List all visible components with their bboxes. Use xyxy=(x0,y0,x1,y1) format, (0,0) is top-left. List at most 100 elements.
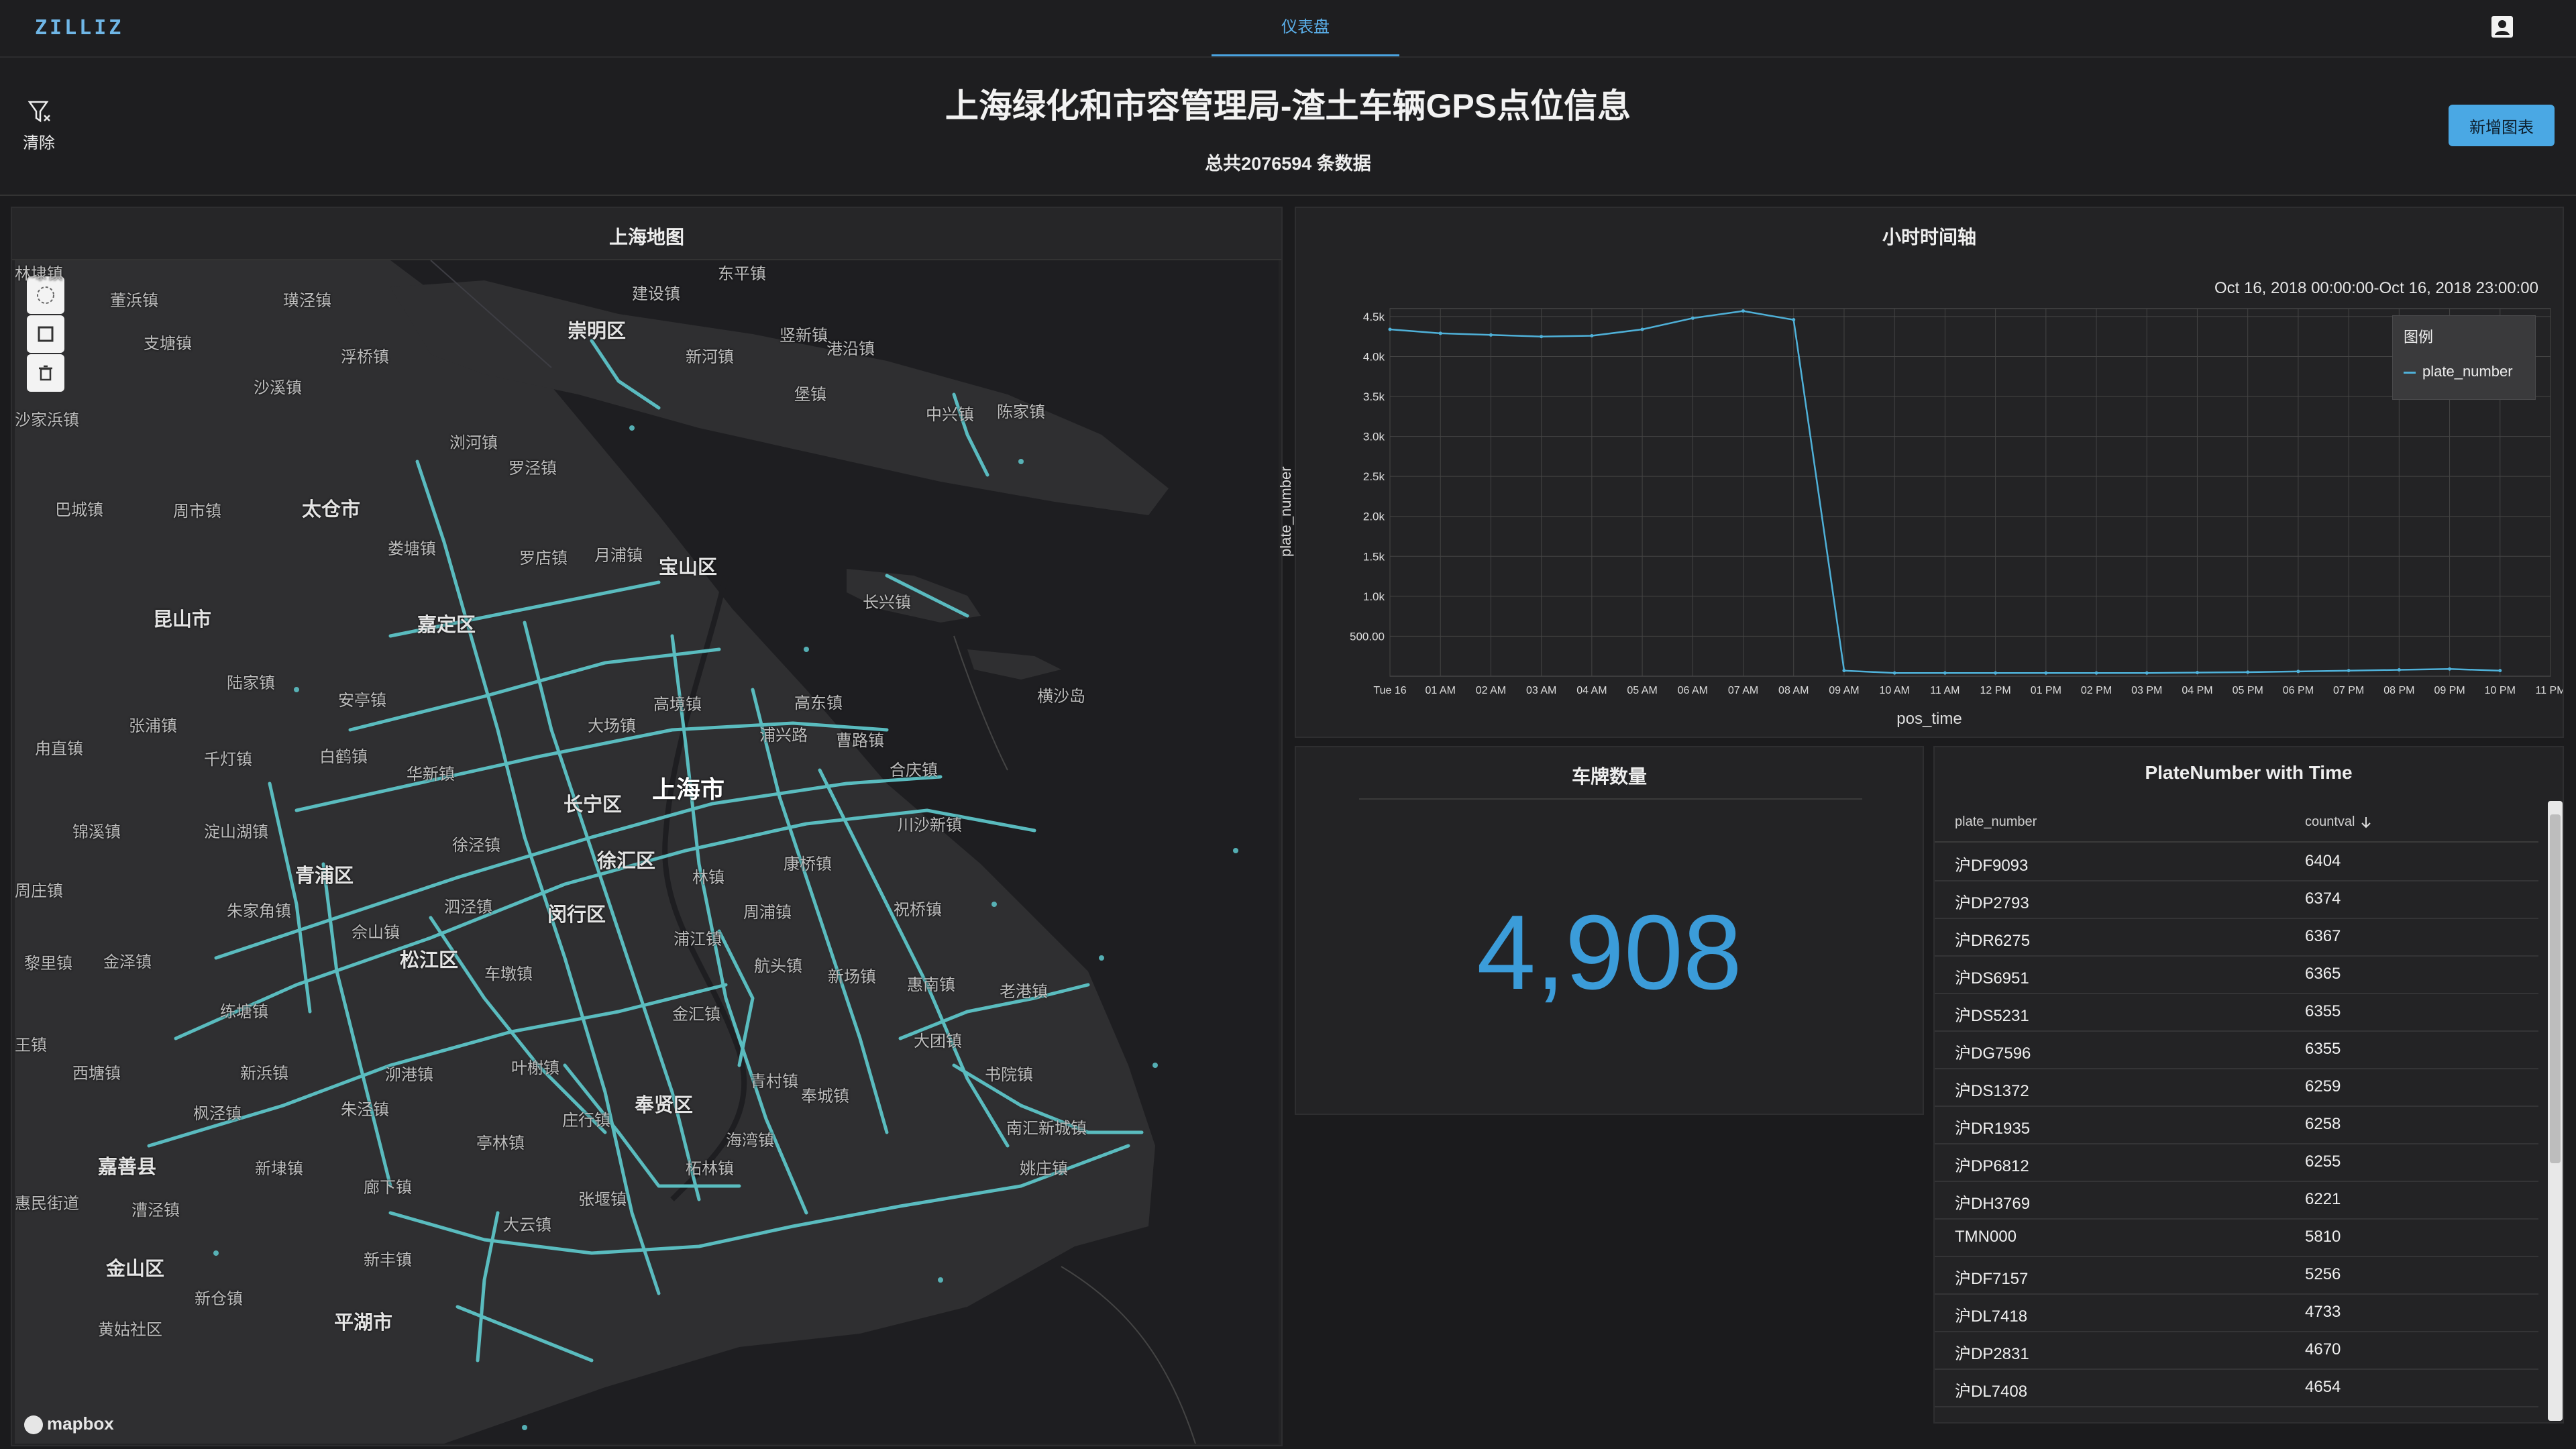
data-point xyxy=(1489,333,1493,337)
table-row[interactable]: 沪DL7408 4654 xyxy=(1935,1368,2538,1407)
mapbox-attribution[interactable]: mapbox xyxy=(24,1413,114,1434)
map-place-label: 佘山镇 xyxy=(352,924,400,942)
map-place-label: 柘林镇 xyxy=(686,1160,734,1178)
map-place-label: 支塘镇 xyxy=(144,335,192,353)
table-row[interactable]: 沪DR6275 6367 xyxy=(1935,918,2538,957)
y-tick-label: 3.0k xyxy=(1363,431,1385,443)
x-tick-label: Tue 16 xyxy=(1373,685,1406,696)
table-row[interactable]: 沪DS5231 6355 xyxy=(1935,993,2538,1032)
data-point xyxy=(1892,671,1896,675)
map-place-label: 祝桥镇 xyxy=(894,901,942,919)
add-chart-button[interactable]: 新增图表 xyxy=(2449,105,2555,146)
map-place-label: 曹路镇 xyxy=(836,732,884,750)
table-row[interactable]: 沪DL7418 4733 xyxy=(1935,1293,2538,1332)
countval-cell: 6355 xyxy=(2305,1040,2341,1058)
y-tick-label: 2.0k xyxy=(1363,511,1385,523)
table-row[interactable]: 沪DF9093 6404 xyxy=(1935,843,2538,881)
plate-number-cell: 沪DR1935 xyxy=(1955,1120,2031,1138)
plate-number-cell: 沪DR6275 xyxy=(1955,932,2031,950)
map-place-label: 海湾镇 xyxy=(726,1132,774,1150)
scrollbar-thumb[interactable] xyxy=(2550,814,2561,1163)
data-point xyxy=(1590,334,1594,338)
table-row[interactable]: 沪DS1372 6259 xyxy=(1935,1068,2538,1107)
table-scrollbar[interactable] xyxy=(2548,801,2563,1421)
countval-cell: 6365 xyxy=(2305,965,2341,983)
x-tick-label: 10 PM xyxy=(2485,685,2516,696)
x-tick-label: 10 AM xyxy=(1879,685,1909,696)
table-row[interactable]: 沪DR1935 6258 xyxy=(1935,1106,2538,1144)
column-header-plate[interactable]: plate_number xyxy=(1955,814,2037,830)
map-place-label: 枫泾镇 xyxy=(193,1105,241,1123)
map-place-label: 黄姑社区 xyxy=(98,1321,162,1339)
shanghai-map[interactable]: 东平镇 建设镇 崇明区 竖新镇 新河镇 港沿镇 堡镇 中兴镇 陈家镇 董浜镇 璜泾镇 支塘镇 浮桥镇 沙溪… xyxy=(15,260,1279,1444)
countval-cell: 4654 xyxy=(2305,1378,2341,1396)
map-place-label: 浦江镇 xyxy=(674,930,722,949)
zilliz-logo[interactable]: ZILLIZ xyxy=(35,16,123,40)
table-row[interactable]: 沪DP6812 6255 xyxy=(1935,1143,2538,1182)
map-place-label: 竖新镇 xyxy=(780,327,828,345)
line-chart[interactable]: 500.00 1.0k 1.5k 2.0k 2.5k 3.0k 3.5k 4.0k 4.5k Tu… xyxy=(1296,208,2563,737)
table-row[interactable]: 沪DS6951 6365 xyxy=(1935,955,2538,994)
table-row[interactable]: TMN000 5810 xyxy=(1935,1218,2538,1257)
x-tick-label: 08 PM xyxy=(2383,685,2414,696)
plate-number-cell: 沪DL7408 xyxy=(1955,1383,2028,1401)
map-place-label: 庄行镇 xyxy=(562,1112,610,1130)
x-tick-label: 05 PM xyxy=(2233,685,2263,696)
map-place-label: 建设镇 xyxy=(632,285,680,303)
map-place-label: 董浜镇 xyxy=(110,292,158,310)
map-title-bar: 上海地图 xyxy=(12,208,1281,260)
map-place-label: 徐泾镇 xyxy=(452,837,500,855)
map-place-label: 月浦镇 xyxy=(594,547,643,565)
map-place-label: 长兴镇 xyxy=(863,594,911,612)
map-place-label: 练塘镇 xyxy=(220,1003,268,1021)
plate-number-cell: 沪DP2831 xyxy=(1955,1345,2029,1363)
plate-number-cell: 沪DL7418 xyxy=(1955,1307,2028,1326)
table-row[interactable]: 沪DG7596 6355 xyxy=(1935,1030,2538,1069)
y-tick-label: 4.5k xyxy=(1363,311,1385,323)
table-row[interactable]: 沪DP2793 6374 xyxy=(1935,880,2538,919)
data-point xyxy=(2145,671,2149,675)
user-icon[interactable] xyxy=(2489,13,2516,40)
countval-cell: 6404 xyxy=(2305,852,2341,870)
plate-number-cell: 沪DP2793 xyxy=(1955,894,2029,912)
data-point xyxy=(2296,669,2300,674)
map-place-label: 大团镇 xyxy=(914,1032,962,1051)
x-tick-label: 11 PM xyxy=(2535,685,2563,696)
tab-dashboard[interactable]: 仪表盘 xyxy=(1212,0,1399,56)
table-row[interactable]: 沪DP2831 4670 xyxy=(1935,1331,2538,1370)
countval-cell: 6258 xyxy=(2305,1115,2341,1133)
map-place-label: 车墩镇 xyxy=(484,965,533,983)
data-point xyxy=(2498,669,2502,673)
countval-cell: 6374 xyxy=(2305,890,2341,908)
countval-cell: 6355 xyxy=(2305,1002,2341,1020)
x-tick-label: 02 AM xyxy=(1476,685,1506,696)
arrow-down-icon[interactable] xyxy=(2359,814,2373,829)
map-place-label: 白鹤镇 xyxy=(319,748,368,766)
mapbox-icon xyxy=(24,1415,43,1434)
plot-area xyxy=(1389,308,2551,677)
map-place-label: 康桥镇 xyxy=(784,855,832,873)
x-tick-label: 06 PM xyxy=(2283,685,2314,696)
top-bar: ZILLIZ 仪表盘 xyxy=(0,0,2576,58)
x-tick-label: 01 PM xyxy=(2031,685,2061,696)
x-tick-label: 02 PM xyxy=(2081,685,2112,696)
countval-cell: 6367 xyxy=(2305,927,2341,945)
map-place-label: 浦兴路 xyxy=(759,727,808,745)
map-place-label: 书院镇 xyxy=(985,1066,1033,1084)
data-point xyxy=(1640,327,1644,331)
rectangle-select-icon[interactable] xyxy=(27,315,64,353)
x-tick-label: 08 AM xyxy=(1778,685,1809,696)
divider xyxy=(1359,798,1862,800)
trash-icon[interactable] xyxy=(27,354,64,392)
map-place-label: 朱家角镇 xyxy=(227,902,291,920)
data-point xyxy=(1540,335,1544,339)
map-place-label: 惠南镇 xyxy=(907,976,955,994)
map-place-label: 平湖市 xyxy=(334,1312,393,1334)
table-row[interactable]: 沪DF7157 5256 xyxy=(1935,1256,2538,1295)
legend-item-plate-number[interactable]: plate_number xyxy=(2404,363,2513,380)
map-place-label: 罗店镇 xyxy=(519,549,568,568)
table-row[interactable]: 沪DH3769 6221 xyxy=(1935,1181,2538,1220)
map-place-label: 惠民街道 xyxy=(15,1195,79,1213)
x-tick-label: 06 AM xyxy=(1678,685,1708,696)
column-header-countval[interactable]: countval xyxy=(2305,814,2373,830)
